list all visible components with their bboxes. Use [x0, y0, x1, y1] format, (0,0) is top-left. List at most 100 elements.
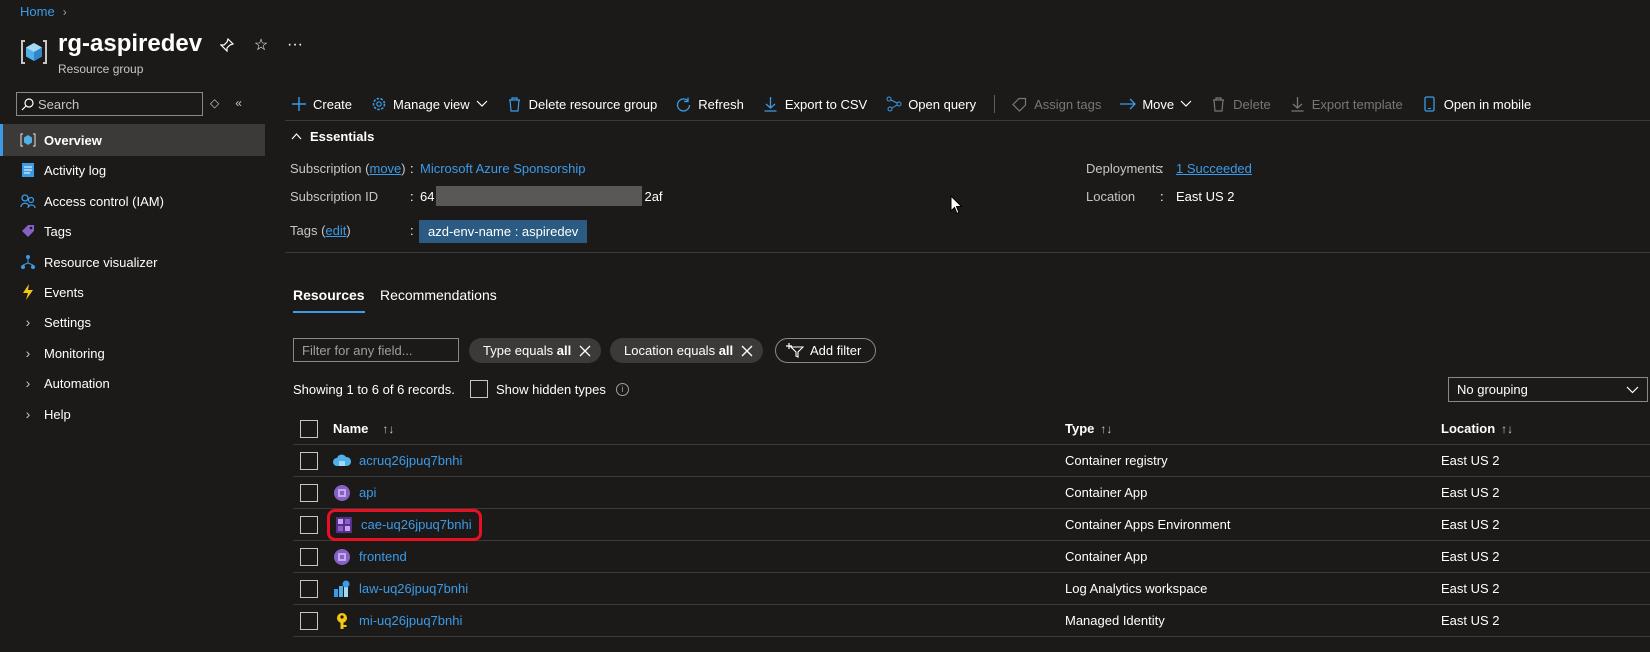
expand-collapse-icon[interactable]: ◇ — [210, 96, 219, 110]
table-row: mi-uq26jpuq7bnhi Managed Identity East U… — [293, 605, 1650, 637]
resource-link[interactable]: mi-uq26jpuq7bnhi — [359, 613, 462, 628]
delete-rg-label: Delete resource group — [528, 96, 658, 112]
tags-label-group: Tags (edit) — [290, 223, 351, 238]
open-in-mobile-button[interactable]: Open in mobile — [1421, 96, 1531, 113]
visualizer-icon — [20, 254, 36, 270]
resource-link[interactable]: cae-uq26jpuq7bnhi — [361, 517, 472, 532]
sidebar-item-label: Events — [44, 284, 84, 300]
row-checkbox[interactable] — [300, 515, 318, 534]
more-icon[interactable]: ··· — [286, 36, 304, 54]
open-mobile-label: Open in mobile — [1443, 96, 1532, 112]
edit-tags-link[interactable]: edit — [325, 223, 346, 238]
tag-icon — [1011, 96, 1028, 113]
info-icon[interactable]: i — [615, 382, 629, 396]
delete-button[interactable]: Delete — [1210, 96, 1271, 113]
show-hidden-types: Show hidden types i — [470, 380, 629, 398]
move-button[interactable]: Move — [1119, 96, 1192, 113]
table-row: cae-uq26jpuq7bnhi Container Apps Environ… — [293, 508, 1650, 541]
select-all-checkbox[interactable] — [300, 419, 318, 438]
iam-icon — [20, 193, 36, 209]
row-checkbox[interactable] — [300, 611, 318, 630]
column-header-location[interactable]: Location ↑↓ — [1441, 421, 1641, 436]
download-icon — [762, 96, 779, 113]
grouping-dropdown[interactable]: No grouping — [1448, 377, 1648, 402]
column-header-type[interactable]: Type ↑↓ — [1065, 421, 1441, 436]
resource-location: East US 2 — [1441, 453, 1500, 468]
sidebar-item-overview[interactable]: Overview — [0, 124, 265, 156]
tab-resources[interactable]: Resources — [293, 287, 365, 313]
table-row: frontend Container App East US 2 — [293, 541, 1650, 573]
delete-resource-group-button[interactable]: Delete resource group — [506, 96, 658, 113]
records-count: Showing 1 to 6 of 6 records. — [293, 382, 455, 397]
close-icon[interactable] — [579, 345, 591, 357]
resource-location: East US 2 — [1441, 581, 1500, 596]
row-checkbox[interactable] — [300, 547, 318, 566]
sidebar-item-iam[interactable]: Access control (IAM) — [0, 185, 265, 217]
sidebar-item-resource-visualizer[interactable]: Resource visualizer — [0, 246, 265, 278]
search-input[interactable] — [38, 96, 198, 112]
open-query-button[interactable]: Open query — [885, 96, 976, 113]
overview-icon — [20, 132, 36, 148]
export-csv-button[interactable]: Export to CSV — [762, 96, 867, 113]
deployments-link[interactable]: 1 Succeeded — [1176, 161, 1252, 176]
chevron-right-icon: › — [25, 406, 31, 422]
row-checkbox[interactable] — [300, 483, 318, 502]
show-hidden-types-checkbox[interactable] — [470, 380, 488, 398]
move-link[interactable]: move — [370, 161, 402, 176]
resource-link[interactable]: law-uq26jpuq7bnhi — [359, 581, 468, 596]
sidebar-item-settings[interactable]: › Settings — [0, 306, 265, 338]
pin-icon[interactable] — [218, 36, 236, 54]
resource-type: Log Analytics workspace — [1065, 581, 1208, 596]
resource-type: Container Apps Environment — [1065, 517, 1231, 532]
export-template-button[interactable]: Export template — [1289, 96, 1403, 113]
column-header-name[interactable]: Name ↑↓ — [325, 421, 1065, 436]
type-filter-pill[interactable]: Type equals all — [469, 338, 602, 363]
grouping-value: No grouping — [1457, 382, 1528, 397]
chevron-right-icon: › — [62, 4, 67, 19]
resource-link[interactable]: frontend — [359, 549, 407, 564]
sort-icon: ↑↓ — [382, 421, 395, 436]
subscription-link[interactable]: Microsoft Azure Sponsorship — [420, 161, 585, 176]
sidebar-item-label: Help — [44, 406, 71, 422]
collapse-sidebar-icon[interactable]: « — [235, 96, 242, 110]
create-label: Create — [313, 96, 353, 112]
sidebar-item-automation[interactable]: › Automation — [0, 367, 265, 399]
table-row: acruq26jpuq7bnhi Container registry East… — [293, 445, 1650, 477]
sidebar-search[interactable] — [16, 92, 203, 116]
export-csv-label: Export to CSV — [784, 96, 868, 112]
assign-tags-button[interactable]: Assign tags — [1011, 96, 1101, 113]
essentials-toggle[interactable]: Essentials — [291, 129, 374, 144]
deployments-label: Deployments — [1086, 161, 1162, 176]
location-label: Location — [1086, 189, 1136, 204]
manage-view-button[interactable]: Manage view — [370, 96, 488, 113]
resource-link[interactable]: acruq26jpuq7bnhi — [359, 453, 462, 468]
sidebar-item-help[interactable]: › Help — [0, 398, 265, 430]
resource-location: East US 2 — [1441, 549, 1500, 564]
close-icon[interactable] — [741, 345, 753, 357]
row-checkbox[interactable] — [300, 451, 318, 470]
tags-label: Tags — [290, 223, 318, 238]
breadcrumb-home-link[interactable]: Home — [20, 4, 55, 19]
add-filter-button[interactable]: Add filter — [775, 338, 877, 363]
refresh-button[interactable]: Refresh — [675, 96, 744, 113]
sidebar-item-label: Monitoring — [44, 345, 105, 361]
chevron-down-icon — [1626, 386, 1639, 394]
sidebar-item-label: Settings — [44, 314, 91, 330]
create-button[interactable]: Create — [290, 96, 352, 113]
star-icon[interactable]: ☆ — [252, 36, 270, 54]
location-filter-pill[interactable]: Location equals all — [610, 338, 764, 363]
filter-input[interactable] — [293, 338, 459, 362]
breadcrumb: Home › — [20, 4, 67, 19]
sidebar-item-monitoring[interactable]: › Monitoring — [0, 337, 265, 369]
sidebar-item-tags[interactable]: Tags — [0, 215, 265, 247]
tag-pill[interactable]: azd-env-name : aspiredev — [419, 220, 588, 243]
chevron-down-icon — [1180, 100, 1192, 108]
sidebar-item-events[interactable]: Events — [0, 276, 265, 308]
page-subtitle: Resource group — [58, 62, 144, 76]
search-icon — [21, 97, 34, 111]
row-checkbox[interactable] — [300, 579, 318, 598]
resource-link[interactable]: api — [359, 485, 376, 500]
tab-recommendations[interactable]: Recommendations — [380, 287, 497, 311]
sidebar-item-activity-log[interactable]: Activity log — [0, 154, 265, 186]
location-value: East US 2 — [1176, 189, 1235, 204]
